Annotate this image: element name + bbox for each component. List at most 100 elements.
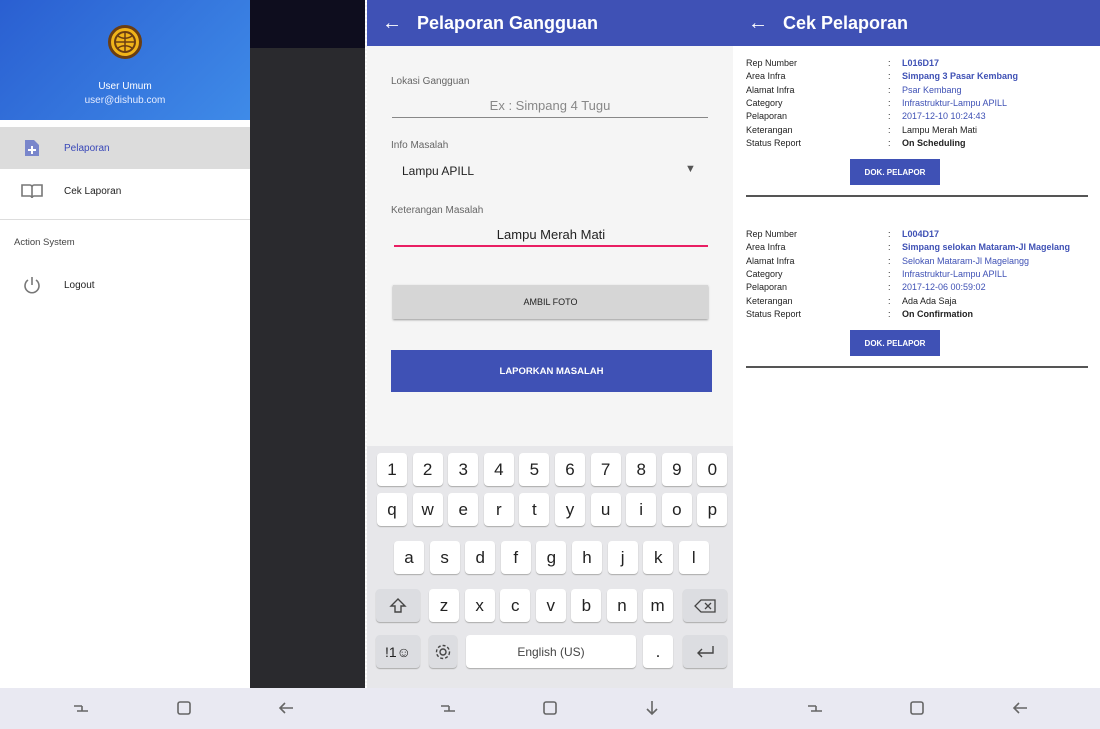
soft-keyboard: !1☺ English (US) . 1234567890 qwertyuiop a… [367, 446, 735, 688]
field-label: Status Report [746, 308, 802, 319]
add-document-icon [0, 139, 64, 157]
field-colon: : [888, 242, 891, 253]
home-icon[interactable] [907, 698, 927, 718]
field-value-status-report: On Confirmation [902, 308, 973, 319]
recent-apps-icon[interactable] [438, 698, 458, 718]
dok-pelapor-button[interactable]: DOK. PELAPOR [850, 159, 940, 185]
field-value-pelaporan: 2017-12-10 10:24:43 [902, 111, 986, 122]
field-value-keterangan: Lampu Merah Mati [902, 124, 978, 135]
drawer-screen: User Umum user@dishub.com Pelaporan Cek … [0, 0, 365, 688]
key-4[interactable]: 4 [483, 453, 514, 486]
drawer-item-cek-laporan[interactable]: Cek Laporan [0, 170, 250, 212]
field-value-category: Infrastruktur-Lampu APILL [902, 97, 1008, 108]
back-arrow-icon[interactable]: ← [367, 12, 417, 35]
key-y[interactable]: y [555, 493, 585, 526]
drawer-item-label: Cek Laporan [64, 185, 122, 197]
report-row-pelaporan: Pelaporan:2017-12-10 10:24:43 [746, 111, 1088, 124]
key-v[interactable]: v [535, 589, 566, 622]
field-label: Rep Number [746, 58, 798, 68]
key-9[interactable]: 9 [661, 453, 692, 486]
field-label: Keterangan [746, 124, 793, 135]
navigation-drawer: User Umum user@dishub.com Pelaporan Cek … [0, 0, 250, 688]
key-t[interactable]: t [519, 493, 550, 526]
key-0[interactable]: 0 [697, 453, 728, 486]
key-f[interactable]: f [500, 541, 531, 574]
home-icon[interactable] [540, 698, 560, 718]
key-j[interactable]: j [607, 541, 638, 574]
key-d[interactable]: d [465, 541, 496, 574]
enter-key[interactable] [683, 635, 727, 668]
recent-apps-icon[interactable] [805, 698, 825, 718]
key-m[interactable]: m [642, 589, 673, 622]
key-5[interactable]: 5 [519, 453, 550, 486]
field-colon: : [888, 111, 891, 122]
key-i[interactable]: i [626, 493, 657, 526]
field-colon: : [888, 282, 891, 293]
screen-title: Cek Pelaporan [783, 12, 909, 33]
key-6[interactable]: 6 [555, 453, 585, 486]
report-row-alamat-infra: Alamat Infra: Selokan Mataram-Jl Magelang… [746, 256, 1088, 269]
key-g[interactable]: g [536, 541, 567, 574]
back-icon[interactable] [1010, 698, 1030, 718]
key-1[interactable]: 1 [377, 453, 407, 486]
key-2[interactable]: 2 [412, 453, 443, 486]
info-masalah-label: Info Masalah [391, 140, 449, 151]
field-value-status-report: On Scheduling [902, 137, 966, 148]
field-label: Alamat Infra [746, 84, 795, 95]
drawer-item-logout[interactable]: Logout [0, 264, 250, 306]
enter-icon [697, 645, 714, 657]
dok-pelapor-button[interactable]: DOK. PELAPOR [850, 330, 940, 356]
recent-apps-icon[interactable] [71, 698, 91, 718]
field-colon: : [888, 84, 891, 95]
key-c[interactable]: c [500, 589, 531, 622]
back-icon[interactable] [276, 698, 296, 718]
key-7[interactable]: 7 [590, 453, 621, 486]
backspace-icon [694, 598, 716, 613]
drawer-item-pelaporan[interactable]: Pelaporan [0, 127, 250, 169]
key-z[interactable]: z [429, 589, 459, 622]
key-n[interactable]: n [607, 589, 637, 622]
report-card: Rep Number: L004D17 Area Infra: Simpang sel… [746, 229, 1088, 369]
drawer-section-title: Action System [14, 237, 75, 248]
key-e[interactable]: e [448, 493, 479, 526]
field-colon: : [888, 137, 891, 148]
laporkan-masalah-button[interactable]: LAPORKAN MASALAH [391, 350, 712, 392]
key-r[interactable]: r [483, 493, 514, 526]
key-8[interactable]: 8 [626, 453, 657, 486]
lokasi-input[interactable]: Ex : Simpang 4 Tugu [392, 96, 708, 118]
drawer-item-label: Pelaporan [64, 142, 110, 154]
key-o[interactable]: o [661, 493, 692, 526]
key-h[interactable]: h [572, 541, 602, 574]
space-key[interactable]: English (US) [466, 635, 636, 668]
keyboard-settings-key[interactable] [429, 635, 457, 668]
key-w[interactable]: w [412, 493, 443, 526]
key-q[interactable]: q [377, 493, 407, 526]
field-value-area-infra: Simpang selokan Mataram-Jl Magelang [902, 242, 1071, 253]
field-colon: : [888, 97, 891, 108]
key-3[interactable]: 3 [448, 453, 479, 486]
backspace-key[interactable] [683, 589, 727, 622]
info-masalah-select[interactable]: Lampu APILL [402, 162, 702, 182]
key-a[interactable]: a [394, 541, 424, 574]
period-key[interactable]: . [643, 635, 673, 668]
dropdown-arrow-icon[interactable]: ▼ [685, 163, 696, 175]
drawer-divider [0, 219, 250, 220]
key-k[interactable]: k [643, 541, 674, 574]
field-label: Category [746, 268, 783, 279]
home-icon[interactable] [174, 698, 194, 718]
ambil-foto-button[interactable]: AMBIL FOTO [393, 285, 708, 319]
report-card: Rep Number: L016D17 Area Infra: Simpang 3 P… [746, 58, 1088, 198]
field-value-alamat-infra: Psar Kembang [902, 84, 962, 95]
symbols-key[interactable]: !1☺ [376, 635, 420, 668]
key-l[interactable]: l [678, 541, 709, 574]
key-s[interactable]: s [429, 541, 460, 574]
shift-key[interactable] [376, 589, 420, 622]
back-arrow-icon[interactable]: ← [733, 12, 783, 35]
hide-keyboard-icon[interactable] [642, 698, 662, 718]
report-row-rep-number: Rep Number: L016D17 [746, 58, 1088, 71]
keterangan-input[interactable]: Lampu Merah Mati [394, 226, 708, 247]
key-p[interactable]: p [697, 493, 728, 526]
key-u[interactable]: u [590, 493, 621, 526]
key-b[interactable]: b [571, 589, 602, 622]
key-x[interactable]: x [464, 589, 495, 622]
